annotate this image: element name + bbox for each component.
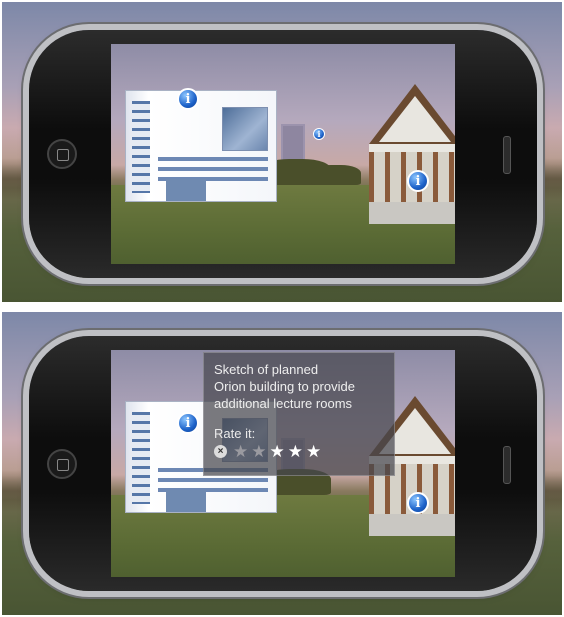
rate-label: Rate it: xyxy=(214,426,256,441)
tree-line-right xyxy=(311,164,361,185)
info-icon-glyph: i xyxy=(317,129,321,139)
popup-description: Sketch of planned Orion building to prov… xyxy=(214,361,384,412)
close-icon[interactable]: × xyxy=(214,445,227,458)
star-icon[interactable]: ★ xyxy=(233,443,248,460)
building-glass-facade xyxy=(222,107,268,152)
info-icon[interactable]: i xyxy=(313,128,325,140)
home-button[interactable] xyxy=(47,139,77,169)
star-icon[interactable]: ★ xyxy=(251,443,266,460)
info-icon-glyph: i xyxy=(185,415,191,431)
info-icon[interactable]: i xyxy=(177,88,199,110)
popup-description-line: Sketch of planned xyxy=(214,362,319,377)
popup-description-line: additional lecture rooms xyxy=(214,396,353,411)
building-entrance xyxy=(166,179,206,202)
wooden-house xyxy=(369,84,455,225)
info-icon[interactable]: i xyxy=(407,170,429,192)
virtual-building-sketch xyxy=(125,90,277,203)
star-icon[interactable]: ★ xyxy=(270,443,285,460)
info-icon-glyph: i xyxy=(415,173,421,189)
ar-view-panel-before: i i i xyxy=(2,2,562,302)
popup-description-line: Orion building to provide xyxy=(214,379,355,394)
rating-row: × ★ ★ ★ ★ ★ xyxy=(214,443,384,460)
home-button[interactable] xyxy=(47,448,77,479)
info-icon-glyph: i xyxy=(415,495,421,511)
building-entrance xyxy=(166,490,206,513)
star-icon[interactable]: ★ xyxy=(306,443,321,460)
info-icon[interactable]: i xyxy=(177,412,199,434)
ar-view-panel-after: i i Sketch of planned Orion building to … xyxy=(2,312,562,615)
star-icon[interactable]: ★ xyxy=(288,443,303,460)
info-icon[interactable]: i xyxy=(407,492,429,514)
phone-frame: i i i xyxy=(29,30,537,278)
phone-frame: i i Sketch of planned Orion building to … xyxy=(29,336,537,591)
info-popup: Sketch of planned Orion building to prov… xyxy=(203,352,395,476)
camera-view: i i Sketch of planned Orion building to … xyxy=(111,350,455,577)
speaker-grille xyxy=(503,136,511,174)
info-icon-glyph: i xyxy=(185,91,191,107)
speaker-grille xyxy=(503,445,511,484)
camera-view: i i i xyxy=(111,44,455,264)
